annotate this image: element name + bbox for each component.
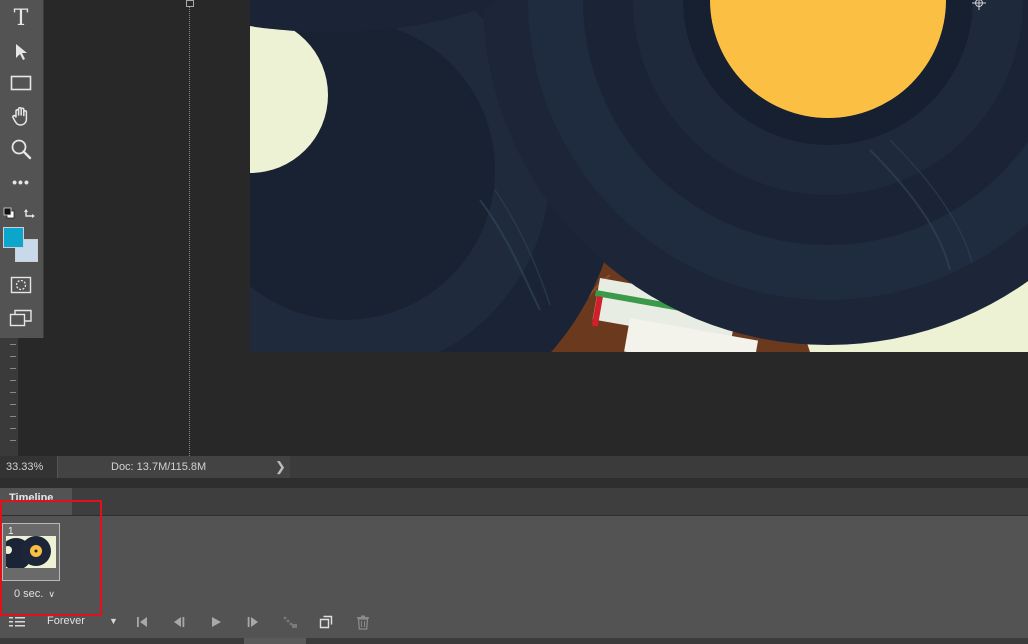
document-size: Doc: 13.7M/115.8M (111, 461, 207, 473)
panel-divider (0, 478, 1028, 488)
animation-frame[interactable]: 1 (2, 523, 60, 581)
status-bar-empty (290, 456, 1028, 478)
tools-panel: T ••• (0, 0, 44, 338)
frame-thumbnail (6, 536, 56, 568)
type-tool[interactable]: T (6, 4, 36, 32)
screen-mode-button[interactable] (6, 304, 36, 332)
delete-frame-button[interactable] (353, 613, 373, 631)
quick-mask-icon (10, 276, 32, 294)
edit-toolbar-icon: ••• (12, 174, 30, 190)
play-icon (212, 617, 221, 627)
chevron-down-icon: ∨ (48, 589, 56, 599)
document-canvas[interactable] (250, 0, 1028, 352)
next-frame-button[interactable] (243, 613, 263, 631)
hand-tool[interactable] (6, 102, 36, 130)
foreground-color-swatch[interactable] (3, 227, 24, 248)
first-frame-button[interactable] (132, 613, 152, 631)
previous-frame-button[interactable] (169, 613, 189, 631)
play-button[interactable] (206, 613, 226, 631)
type-tool-icon: T (13, 5, 29, 31)
convert-timeline-icon (9, 617, 25, 627)
guide-handle[interactable] (186, 0, 194, 7)
convert-to-video-timeline-button[interactable] (7, 613, 27, 631)
tab-timeline[interactable]: Timeline (0, 488, 72, 515)
zoom-level[interactable]: 33.33% (0, 456, 58, 478)
default-colors-button[interactable] (3, 206, 15, 219)
zoom-tool[interactable] (6, 135, 36, 163)
frame-delay-value: 0 sec. (14, 588, 44, 600)
caret-down-icon[interactable]: ▼ (109, 616, 118, 626)
path-selection-tool[interactable] (6, 38, 36, 66)
status-bar: 33.33% Doc: 13.7M/115.8M ❯ (0, 456, 1028, 478)
quick-mask-button[interactable] (6, 271, 36, 299)
path-selection-tool-icon (16, 44, 27, 60)
duplicate-frame-button[interactable] (316, 613, 336, 631)
edit-toolbar[interactable]: ••• (6, 168, 36, 196)
status-menu-arrow-icon[interactable]: ❯ (275, 459, 286, 475)
next-frame-icon (247, 617, 258, 627)
bottom-strip (0, 638, 1028, 644)
crosshair-icon (972, 0, 986, 10)
trash-icon (357, 615, 369, 630)
panel-tab-bar: Timeline (0, 488, 1028, 516)
swap-colors-icon (24, 209, 35, 218)
previous-frame-icon (174, 617, 185, 627)
vinyl-records-image (250, 0, 1028, 352)
new-frame-icon (319, 615, 333, 629)
rectangle-tool[interactable] (6, 69, 36, 97)
rectangle-tool-icon (10, 75, 32, 91)
first-frame-icon (137, 617, 147, 627)
hand-tool-icon (12, 107, 28, 126)
screen-mode-icon (9, 309, 32, 327)
loop-options-dropdown[interactable]: Forever (47, 615, 85, 627)
bottom-panel-tab[interactable] (244, 638, 306, 644)
tween-icon (283, 616, 297, 628)
timeline-controls: Forever ▼ (0, 608, 1028, 636)
swap-colors-button[interactable] (23, 205, 37, 219)
frame-delay-dropdown[interactable]: 0 sec. ∨ (14, 588, 55, 600)
zoom-tool-icon (11, 139, 32, 160)
tween-button[interactable] (280, 613, 300, 631)
vertical-guide[interactable] (189, 0, 190, 456)
vertical-ruler (0, 338, 19, 456)
default-colors-icon (3, 207, 15, 219)
